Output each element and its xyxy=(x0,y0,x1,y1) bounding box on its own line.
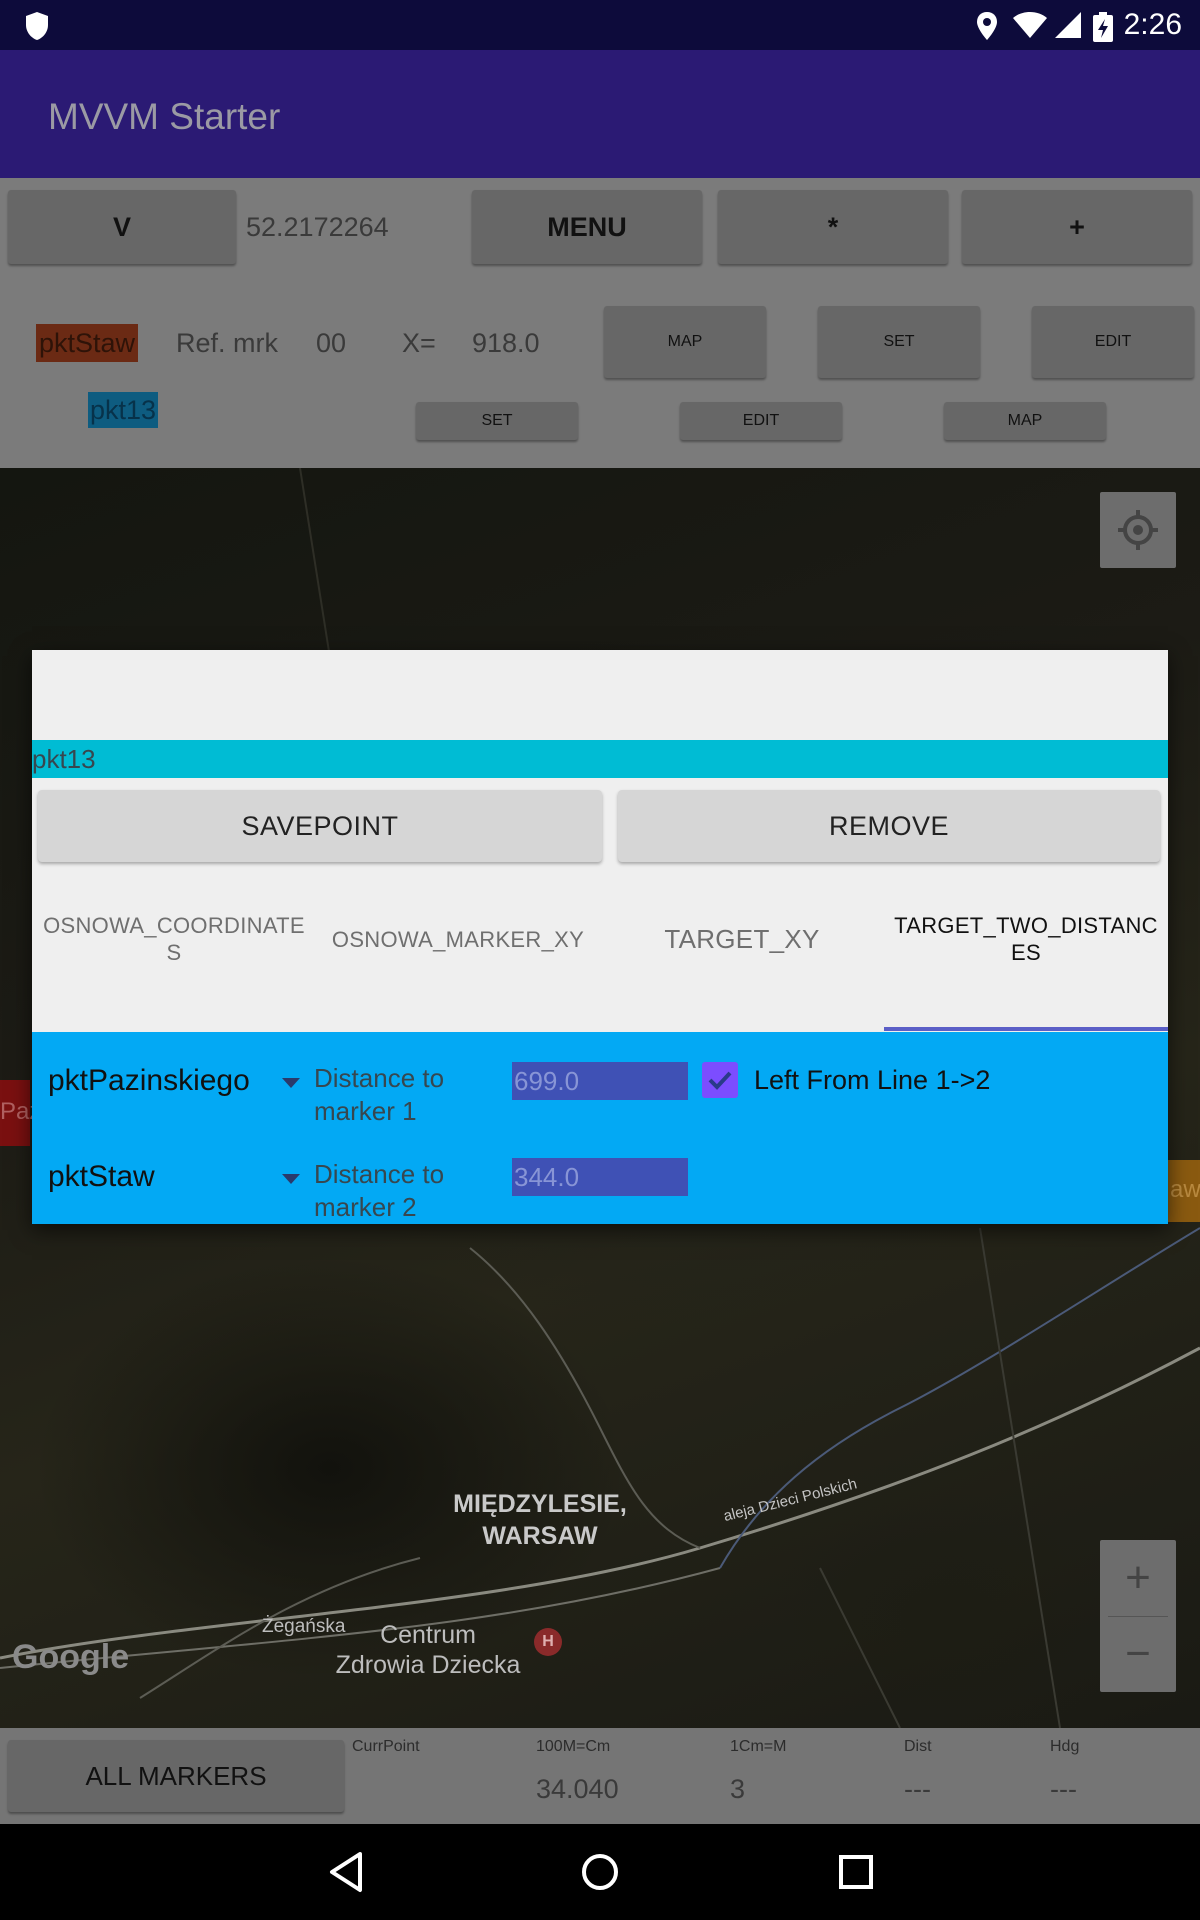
bottom-info-bar: ALL MARKERS CurrPoint 100M=Cm 1Cm=M Dist… xyxy=(0,1728,1200,1824)
distance-1-input[interactable]: 699.0 xyxy=(512,1062,688,1100)
dist-value: --- xyxy=(904,1774,931,1804)
checkmark-icon xyxy=(708,1071,732,1090)
x-value: 918.0 xyxy=(472,328,540,358)
tab-osnowa-marker-xy[interactable]: OSNOWA_MARKER_XY xyxy=(316,890,600,988)
left-from-line-checkbox[interactable] xyxy=(702,1062,738,1098)
navigation-bar xyxy=(0,1824,1200,1920)
map-marker-right-text: aw xyxy=(1170,1176,1200,1203)
scale-label: 100M=Cm xyxy=(536,1738,611,1755)
set-button[interactable]: SET xyxy=(818,306,980,378)
back-icon[interactable] xyxy=(326,1850,366,1894)
dialog-title-strip xyxy=(32,740,1168,778)
app-title: MVVM Starter xyxy=(48,96,281,137)
marker-2-spinner-value: pktStaw xyxy=(48,1160,155,1193)
zoom-out-button[interactable]: − xyxy=(1100,1616,1176,1692)
edit-point-dialog: pkt13 SAVEPOINT REMOVE OSNOWA_COORDINATE… xyxy=(32,650,1168,1224)
tab-target-xy[interactable]: TARGET_XY xyxy=(600,890,884,988)
ref-marker-number: 00 xyxy=(316,328,347,358)
dropdown-arrow-icon xyxy=(282,1078,300,1088)
map-button[interactable]: MAP xyxy=(604,306,766,378)
shield-icon xyxy=(26,12,48,40)
app-bar: MVVM Starter xyxy=(0,50,1200,178)
poi-label-line2: Zdrowia Dziecka xyxy=(335,1651,521,1679)
zoom-in-button[interactable]: + xyxy=(1100,1540,1176,1616)
dialog-title[interactable]: pkt13 xyxy=(32,744,96,775)
edit-button-2[interactable]: EDIT xyxy=(680,402,842,440)
target-two-distances-panel: pktPazinskiego Distance to marker 1 699.… xyxy=(32,1032,1168,1224)
status-bar: 2:26 xyxy=(0,0,1200,50)
hdg-label: Hdg xyxy=(1050,1738,1080,1755)
scale-value: 34.040 xyxy=(536,1774,619,1804)
distance-1-label-line2: marker 1 xyxy=(314,1096,417,1126)
google-logo: Google xyxy=(12,1638,130,1676)
marker-2-spinner[interactable]: pktStaw xyxy=(42,1148,312,1198)
marker-1-spinner[interactable]: pktPazinskiego xyxy=(42,1052,312,1102)
map-button-2[interactable]: MAP xyxy=(944,402,1106,440)
menu-button[interactable]: MENU xyxy=(472,190,702,264)
distance-2-label-line1: Distance to xyxy=(314,1159,445,1189)
cm-label: 1Cm=M xyxy=(730,1738,787,1755)
left-from-line-label[interactable]: Left From Line 1->2 xyxy=(754,1065,990,1096)
v-button[interactable]: V xyxy=(8,190,236,264)
tab-target-two-distances[interactable]: TARGET_TWO_DISTANCES xyxy=(884,890,1168,988)
tab-osnowa-coordinates[interactable]: OSNOWA_COORDINATES xyxy=(32,890,316,988)
clock: 2:26 xyxy=(1123,8,1182,41)
location-icon xyxy=(977,12,997,40)
savepoint-button[interactable]: SAVEPOINT xyxy=(38,790,602,862)
hospital-pin-icon[interactable]: H xyxy=(534,1628,562,1656)
poi-label-line1: Centrum xyxy=(380,1621,476,1649)
ref-marker-label: Ref. mrk xyxy=(176,328,279,358)
poi-label: Centrum Zdrowia Dziecka xyxy=(318,1620,538,1680)
distance-2-input[interactable]: 344.0 xyxy=(512,1158,688,1196)
my-location-button[interactable] xyxy=(1100,492,1176,568)
home-icon[interactable] xyxy=(580,1852,620,1892)
cm-value: 3 xyxy=(730,1774,746,1804)
remove-button[interactable]: REMOVE xyxy=(618,790,1160,862)
tab-indicator xyxy=(884,1027,1168,1031)
district-label: MIĘDZYLESIE, WARSAW xyxy=(420,1488,660,1552)
plus-button[interactable]: + xyxy=(962,190,1192,264)
distance-1-label-line1: Distance to xyxy=(314,1063,445,1093)
coordinate-value[interactable]: 52.2172264 xyxy=(246,212,389,243)
recents-icon[interactable] xyxy=(836,1852,876,1892)
district-label-line1: MIĘDZYLESIE, xyxy=(453,1490,627,1518)
pkt13-tag: pkt13 xyxy=(88,392,159,428)
x-label: X= xyxy=(402,328,436,358)
dist-label: Dist xyxy=(904,1738,932,1755)
distance-1-label: Distance to marker 1 xyxy=(314,1062,444,1128)
pktstaw-tag: pktStaw xyxy=(36,324,139,362)
distance-2-label: Distance to marker 2 xyxy=(314,1158,444,1224)
dropdown-arrow-icon xyxy=(282,1174,300,1184)
star-button[interactable]: * xyxy=(718,190,948,264)
app-content: V 52.2172264 MENU * + pktStaw Ref. mrk 0… xyxy=(0,178,1200,468)
battery-charging-icon xyxy=(1093,12,1113,42)
zoom-control: + − xyxy=(1100,1540,1176,1692)
hdg-value: --- xyxy=(1050,1774,1077,1804)
all-markers-button[interactable]: ALL MARKERS xyxy=(8,1740,344,1812)
cell-signal-icon xyxy=(1055,12,1081,38)
curr-point-label: CurrPoint xyxy=(352,1738,420,1755)
edit-button[interactable]: EDIT xyxy=(1032,306,1194,378)
crosshair-icon xyxy=(1118,510,1158,550)
wifi-icon xyxy=(1013,12,1047,38)
set-button-2[interactable]: SET xyxy=(416,402,578,440)
marker-1-spinner-value: pktPazinskiego xyxy=(48,1064,250,1097)
map-marker-left[interactable]: Paz xyxy=(0,1080,41,1146)
distance-2-label-line2: marker 2 xyxy=(314,1192,417,1222)
district-label-line2: WARSAW xyxy=(482,1522,598,1550)
